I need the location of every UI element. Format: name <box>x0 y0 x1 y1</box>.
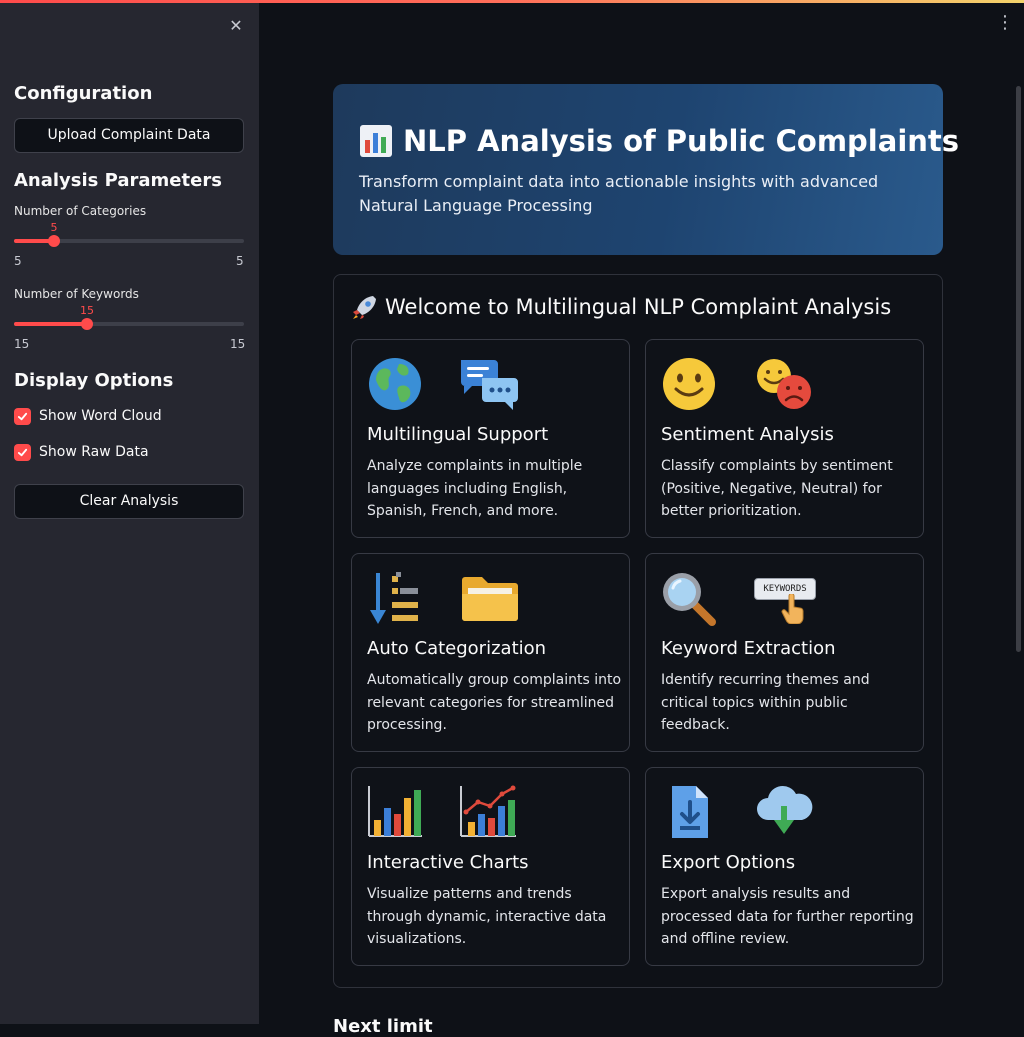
feature-card-multilingual: Multilingual Support Analyze complaints … <box>351 339 630 538</box>
keywords-badge-icon: KEYWORDS <box>752 570 816 626</box>
feature-card-description: Visualize patterns and trends through dy… <box>367 886 607 947</box>
welcome-heading-text: Welcome to Multilingual NLP Complaint An… <box>385 295 892 319</box>
show-raw-data-checkbox[interactable]: Show Raw Data <box>14 442 149 462</box>
globe-icon <box>369 358 421 410</box>
page-subtitle: Transform complaint data into actionable… <box>359 172 879 215</box>
feature-card-title: Export Options <box>661 852 796 873</box>
keywords-slider-min: 15 <box>14 337 30 351</box>
scrollbar[interactable] <box>1016 86 1021 652</box>
page-title: NLP Analysis of Public Complaints <box>359 124 959 158</box>
hero-banner: NLP Analysis of Public Complaints Transf… <box>333 84 959 255</box>
feature-card-description: Identify recurring themes and critical t… <box>661 672 870 733</box>
feature-card-title: Auto Categorization <box>367 638 547 659</box>
feature-card-title: Multilingual Support <box>367 424 549 445</box>
checkmark-icon <box>14 407 31 425</box>
feature-card-description: Analyze complaints in multiple languages… <box>367 458 583 519</box>
bar-chart-icon <box>360 125 392 157</box>
feature-card-description: Export analysis results and processed da… <box>661 886 914 947</box>
categories-slider-label: Number of Categories <box>14 204 147 218</box>
line-bar-chart-icon <box>460 785 516 837</box>
analysis-parameters-heading: Analysis Parameters <box>14 170 222 191</box>
smiley-face-icon <box>663 358 715 410</box>
happy-sad-faces-icon <box>757 359 811 409</box>
checkmark-icon <box>14 443 31 461</box>
pointing-hand-icon <box>781 594 804 624</box>
feature-card-title: Interactive Charts <box>367 852 529 873</box>
display-options-heading: Display Options <box>14 370 174 391</box>
keywords-slider-value: 15 <box>80 304 94 317</box>
feature-card-charts: Interactive Charts Visualize patterns an… <box>351 767 630 966</box>
categories-slider-value: 5 <box>50 221 58 234</box>
sidebar: ✕ Configuration Upload Complaint Data An… <box>0 3 259 1024</box>
feature-card-sentiment: Sentiment Analysis Classify complaints b… <box>645 339 924 538</box>
clear-analysis-button[interactable]: Clear Analysis <box>14 484 244 519</box>
feature-card-export: Export Options Export analysis results a… <box>645 767 924 966</box>
show-raw-data-label: Show Raw Data <box>39 444 149 460</box>
keywords-slider-thumb[interactable] <box>81 318 93 330</box>
keywords-slider-fill <box>14 322 87 326</box>
categories-slider-max: 5 <box>236 254 244 268</box>
feature-card-categorization: Auto Categorization Automatically group … <box>351 553 630 752</box>
show-word-cloud-label: Show Word Cloud <box>39 408 162 424</box>
magnifying-glass-icon <box>663 573 716 626</box>
feature-card-title: Keyword Extraction <box>661 638 836 659</box>
keywords-slider-label: Number of Keywords <box>14 287 139 301</box>
next-section-heading: Next limit <box>333 1016 433 1037</box>
rocket-icon <box>353 296 376 319</box>
welcome-heading: Welcome to Multilingual NLP Complaint An… <box>351 293 891 321</box>
keywords-slider-max: 15 <box>230 337 246 351</box>
folder-icon <box>462 577 518 621</box>
sort-list-icon <box>370 572 418 624</box>
page-title-text: NLP Analysis of Public Complaints <box>403 124 960 158</box>
main-menu-icon[interactable]: ⋮ <box>996 13 1014 33</box>
keywords-slider[interactable] <box>14 318 244 330</box>
bar-chart-icon <box>368 786 422 837</box>
feature-card-title: Sentiment Analysis <box>661 424 834 445</box>
feature-card-description: Automatically group complaints into rele… <box>367 672 622 733</box>
feature-card-keywords: KEYWORDS Keyword Extraction Identify rec… <box>645 553 924 752</box>
upload-complaint-data-button[interactable]: Upload Complaint Data <box>14 118 244 153</box>
speech-bubbles-icon <box>461 360 518 410</box>
cloud-download-icon <box>757 785 813 834</box>
categories-slider[interactable] <box>14 235 244 247</box>
configuration-heading: Configuration <box>14 83 153 104</box>
feature-card-description: Classify complaints by sentiment (Positi… <box>661 458 893 519</box>
show-word-cloud-checkbox[interactable]: Show Word Cloud <box>14 406 162 426</box>
close-sidebar-icon[interactable]: ✕ <box>226 16 246 36</box>
categories-slider-min: 5 <box>14 254 22 268</box>
download-file-icon <box>672 786 708 838</box>
categories-slider-thumb[interactable] <box>48 235 60 247</box>
